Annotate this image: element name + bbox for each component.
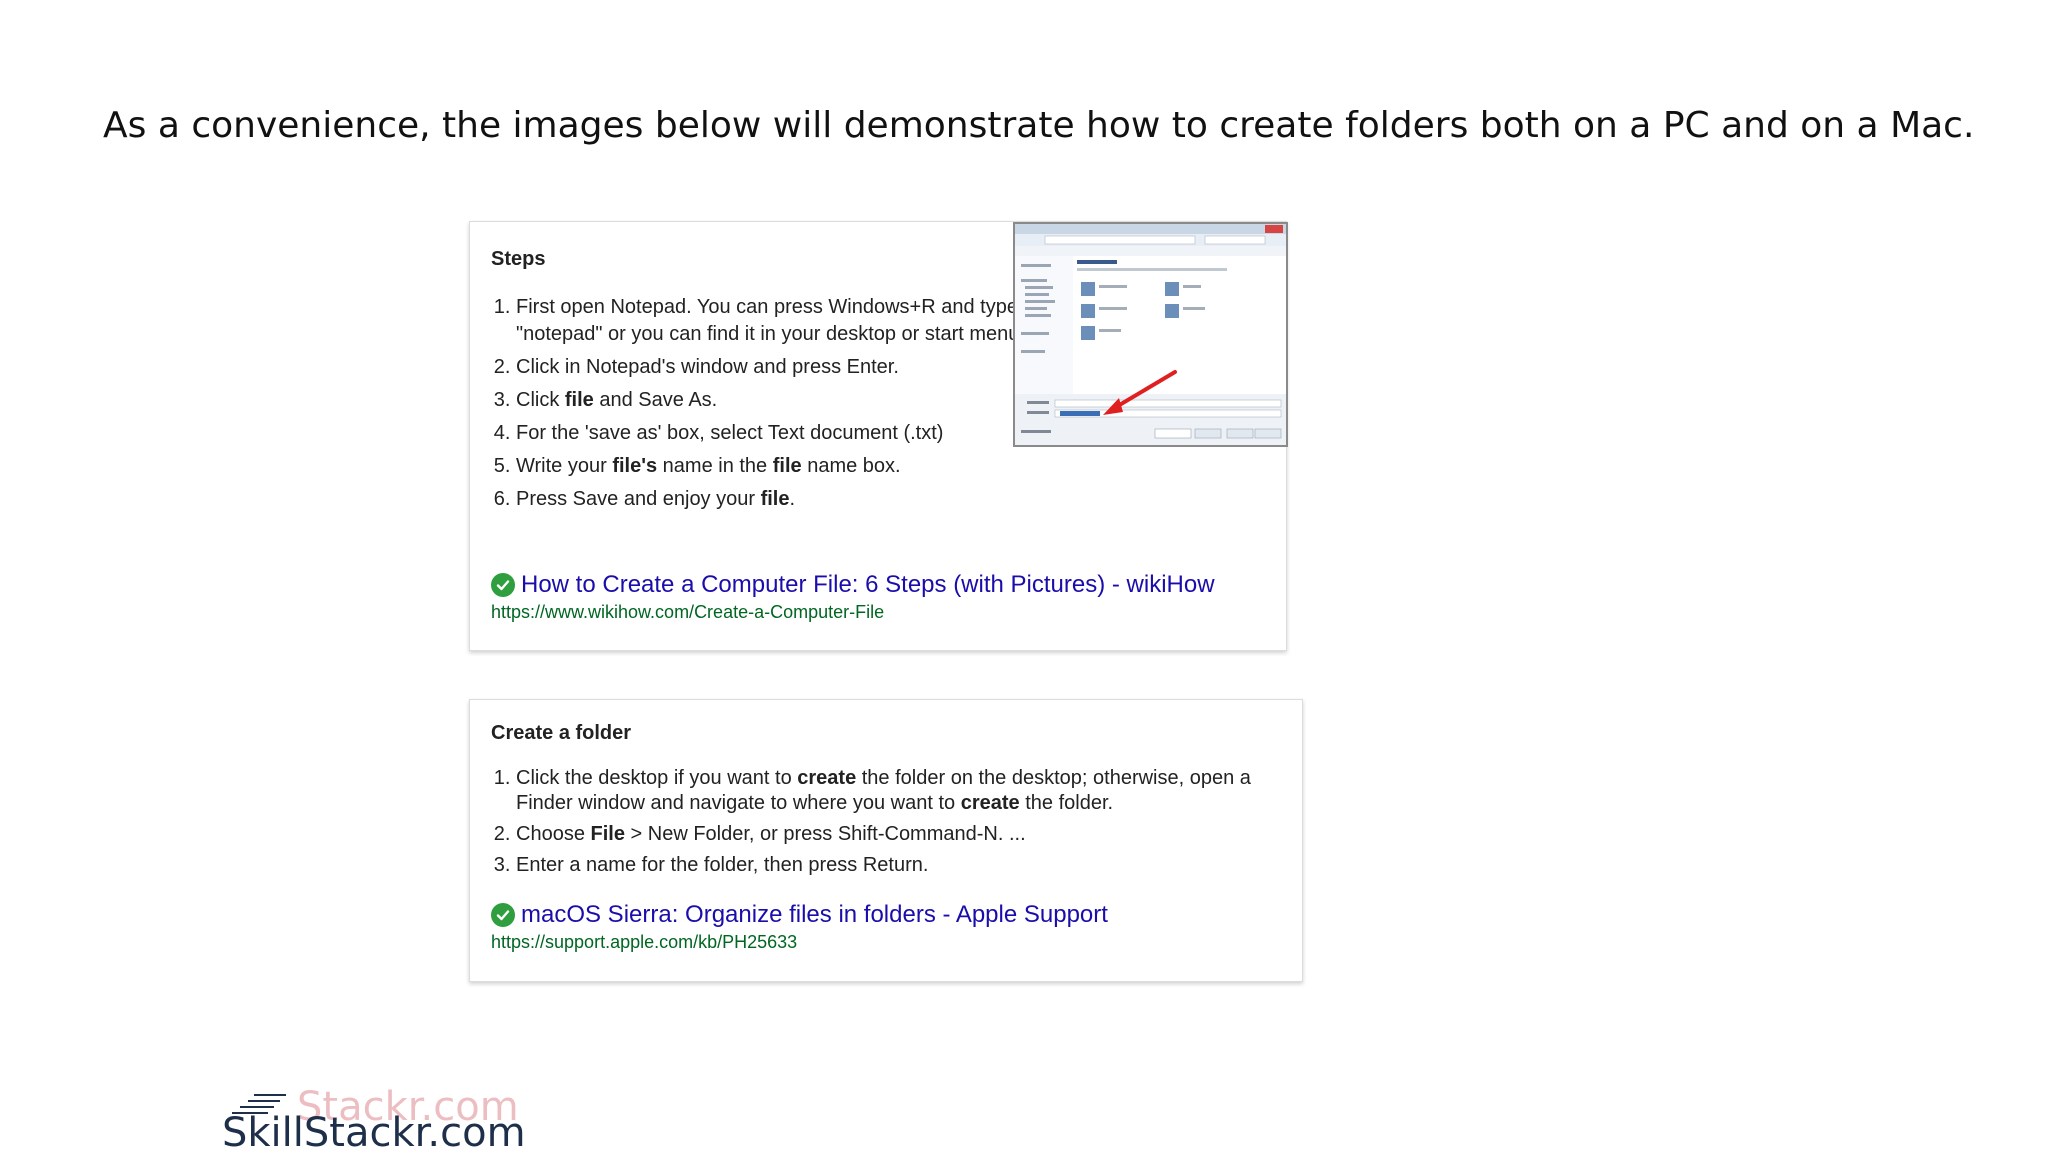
save-dialog-screenshot <box>1013 222 1288 447</box>
pc-steps-list: First open Notepad. You can press Window… <box>491 294 1046 519</box>
list-item: Press Save and enjoy your file. <box>516 486 1046 513</box>
result-url[interactable]: https://support.apple.com/kb/PH25633 <box>491 932 1108 953</box>
save-dialog-illustration <box>1015 224 1286 445</box>
list-item: For the 'save as' box, select Text docum… <box>516 420 1046 447</box>
result-url[interactable]: https://www.wikihow.com/Create-a-Compute… <box>491 602 1215 623</box>
check-circle-icon <box>491 903 515 927</box>
mac-steps-card: Create a folder Click the desktop if you… <box>469 699 1303 982</box>
check-circle-icon <box>491 573 515 597</box>
list-item: First open Notepad. You can press Window… <box>516 294 1046 348</box>
result-title-link[interactable]: macOS Sierra: Organize files in folders … <box>521 901 1108 929</box>
card-heading: Create a folder <box>491 722 632 744</box>
result-title-link[interactable]: How to Create a Computer File: 6 Steps (… <box>521 571 1215 599</box>
mac-steps-list: Click the desktop if you want to create … <box>491 766 1276 884</box>
list-item: Click in Notepad's window and press Ente… <box>516 354 1046 381</box>
list-item: Choose File > New Folder, or press Shift… <box>516 822 1276 847</box>
pc-search-result: How to Create a Computer File: 6 Steps (… <box>491 570 1215 623</box>
list-item: Enter a name for the folder, then press … <box>516 853 1276 878</box>
slide-headline: As a convenience, the images below will … <box>103 105 1975 146</box>
list-item: Write your file's name in the file name … <box>516 453 1046 480</box>
pc-steps-card: Steps First open Notepad. You can press … <box>469 221 1288 651</box>
mac-search-result: macOS Sierra: Organize files in folders … <box>491 900 1108 953</box>
list-item: Click the desktop if you want to create … <box>516 766 1276 816</box>
logo-text: SkillStackr.com <box>222 1110 526 1156</box>
list-item: Click file and Save As. <box>516 387 1046 414</box>
card-heading: Steps <box>491 248 546 270</box>
skillstackr-logo: Stackr.com SkillStackr.com <box>222 1084 526 1156</box>
